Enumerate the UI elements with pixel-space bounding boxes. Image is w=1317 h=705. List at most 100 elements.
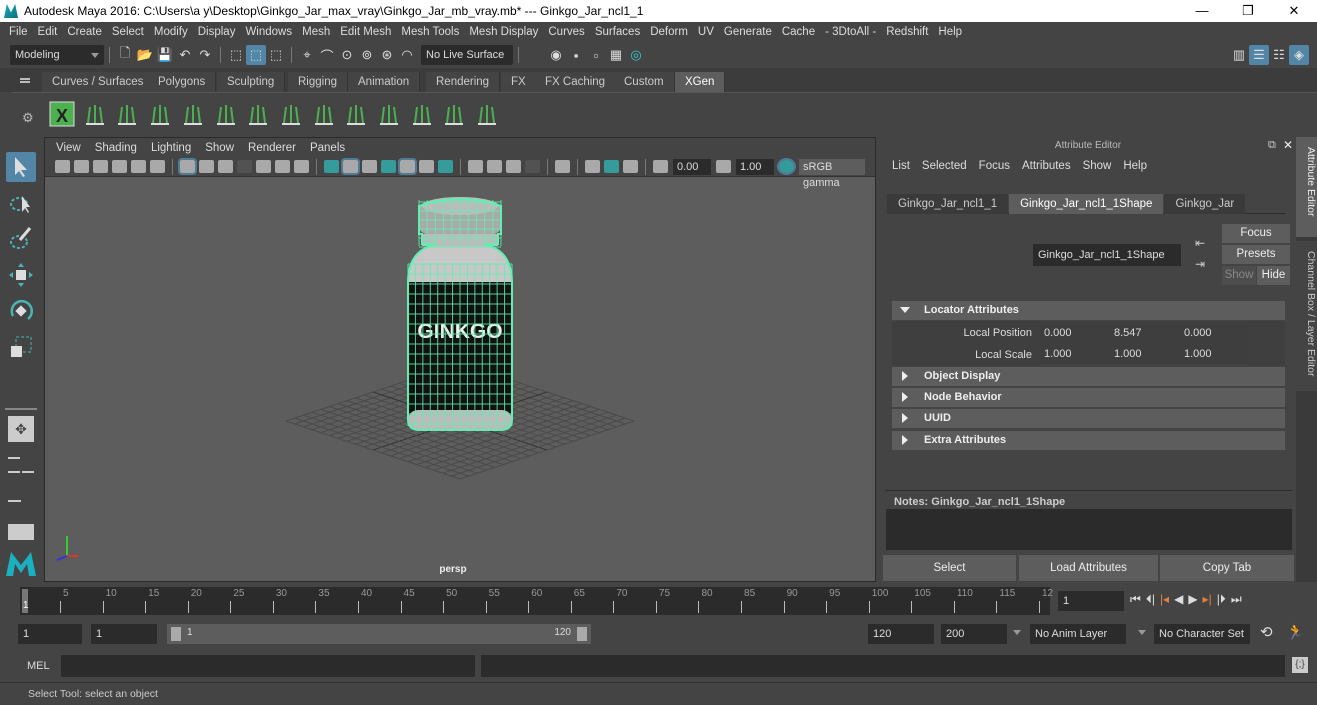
notes-textarea[interactable] xyxy=(886,509,1292,550)
command-language-label[interactable]: MEL xyxy=(27,660,50,672)
exposure-icon[interactable] xyxy=(653,160,668,173)
select-component-icon[interactable]: ⬚ xyxy=(266,45,286,65)
section-object-display[interactable]: Object Display xyxy=(892,367,1285,386)
menu-modify[interactable]: Modify xyxy=(149,26,193,38)
snap-point-icon[interactable]: ⊙ xyxy=(337,45,357,65)
menu-edit[interactable]: Edit xyxy=(33,26,63,38)
move-tool[interactable] xyxy=(6,260,36,290)
menu-cache[interactable]: Cache xyxy=(777,26,820,38)
color-management-icon[interactable] xyxy=(777,158,796,175)
select-hierarchy-icon[interactable]: ⬚ xyxy=(226,45,246,65)
single-perspective-layout-button[interactable]: ✥ xyxy=(8,416,34,442)
shelf-tab-rigging[interactable]: Rigging xyxy=(288,72,348,92)
use-all-lights-icon[interactable] xyxy=(419,160,434,173)
four-view-layout-button[interactable] xyxy=(8,452,34,478)
animation-preferences-icon[interactable]: 🏃 xyxy=(1286,623,1305,641)
2d-pan-zoom-icon[interactable] xyxy=(131,160,146,173)
film-gate-icon[interactable] xyxy=(199,160,214,173)
close-button[interactable]: ✕ xyxy=(1271,0,1317,22)
render-view-icon[interactable]: ◉ xyxy=(546,45,566,65)
xray-active-components-icon[interactable] xyxy=(604,160,619,173)
snap-curve-icon[interactable]: ⌒ xyxy=(317,45,337,65)
make-live-icon[interactable]: ◠ xyxy=(397,45,417,65)
snap-grid-icon[interactable]: ⌖ xyxy=(297,45,317,65)
step-back-key-icon[interactable]: |◂ xyxy=(1160,592,1169,607)
hypershade-icon[interactable]: ◎ xyxy=(626,45,646,65)
viewport-panel[interactable]: View Shading Lighting Show Renderer Panels xyxy=(44,137,876,582)
create-description-icon[interactable] xyxy=(147,99,173,127)
local-position-x-field[interactable]: 0.000 xyxy=(1040,324,1108,342)
viewport-menu-renderer[interactable]: Renderer xyxy=(241,142,303,154)
minimize-button[interactable]: — xyxy=(1179,0,1225,22)
guide-sculpt-icon[interactable] xyxy=(343,99,369,127)
depth-of-field-icon[interactable] xyxy=(525,160,540,173)
select-guide-icon[interactable] xyxy=(409,99,435,127)
motion-blur-icon[interactable] xyxy=(487,160,502,173)
outliner-persp-layout-button[interactable] xyxy=(8,488,34,514)
safe-action-icon[interactable] xyxy=(275,160,290,173)
redo-icon[interactable]: ↷ xyxy=(195,45,215,65)
range-start-handle[interactable] xyxy=(171,627,181,641)
guide-to-curves-icon[interactable] xyxy=(376,99,402,127)
safe-title-icon[interactable] xyxy=(294,160,309,173)
persp-graph-layout-button[interactable] xyxy=(8,524,34,540)
viewport-menu-view[interactable]: View xyxy=(49,142,88,154)
default-lighting-icon[interactable] xyxy=(362,160,377,173)
isolate-select-icon[interactable] xyxy=(555,160,570,173)
ipr-render-icon[interactable]: ▫ xyxy=(586,45,606,65)
gamma-icon[interactable] xyxy=(716,160,731,173)
show-button[interactable]: Show xyxy=(1222,266,1256,285)
open-scene-icon[interactable]: 📂 xyxy=(135,45,155,65)
shelf-tab-animation[interactable]: Animation xyxy=(348,72,421,92)
shelf-tab-fx-caching[interactable]: FX Caching xyxy=(535,72,617,92)
local-position-y-field[interactable]: 8.547 xyxy=(1110,324,1178,342)
locator-name-field[interactable]: Ginkgo_Jar_ncl1_1Shape xyxy=(1033,244,1181,266)
rotate-tool[interactable] xyxy=(6,296,36,326)
add-or-move-guide-icon[interactable] xyxy=(213,99,239,127)
menu-mesh-display[interactable]: Mesh Display xyxy=(464,26,543,38)
ae-menu-help[interactable]: Help xyxy=(1117,160,1153,172)
copy-tab-button[interactable]: Copy Tab xyxy=(1160,555,1294,581)
go-to-start-icon[interactable]: ⏮ xyxy=(1130,592,1141,607)
ae-menu-show[interactable]: Show xyxy=(1077,160,1118,172)
shelf-settings-gear-icon[interactable]: ⚙ xyxy=(22,110,34,126)
float-panel-icon[interactable]: ⧉ xyxy=(1268,139,1276,152)
ae-menu-list[interactable]: List xyxy=(886,160,916,172)
xray-joints-icon[interactable] xyxy=(623,160,638,173)
menu-display[interactable]: Display xyxy=(193,26,241,38)
snap-surface-icon[interactable]: ⊛ xyxy=(377,45,397,65)
menu-3dtoall[interactable]: - 3DtoAll - xyxy=(820,26,881,38)
select-tool[interactable] xyxy=(6,152,36,182)
ae-menu-selected[interactable]: Selected xyxy=(916,160,973,172)
shelf-tab-curves-surfaces[interactable]: Curves / Surfaces xyxy=(42,72,155,92)
mel-command-input[interactable] xyxy=(61,655,475,677)
shelf-tab-rendering[interactable]: Rendering xyxy=(426,72,501,92)
menu-surfaces[interactable]: Surfaces xyxy=(590,26,645,38)
screen-space-ao-icon[interactable] xyxy=(468,160,483,173)
new-scene-icon[interactable]: 🗋 xyxy=(115,45,135,65)
shelf-menu-icon[interactable] xyxy=(20,78,30,80)
play-forwards-icon[interactable]: ▶ xyxy=(1188,592,1197,607)
select-button[interactable]: Select xyxy=(883,555,1016,581)
local-scale-y-field[interactable]: 1.000 xyxy=(1110,345,1178,363)
scene-canvas[interactable]: GINKGO persp xyxy=(45,178,875,581)
delete-guide-icon[interactable] xyxy=(474,99,500,127)
time-slider-track[interactable]: 1 5 10 15 20 25 30 35 40 45 50 55 60 65 70 75 80 85 90 95 1… xyxy=(20,587,1053,615)
smooth-shade-icon[interactable] xyxy=(341,158,360,175)
scale-tool[interactable] xyxy=(6,332,36,362)
maximize-button[interactable]: ❐ xyxy=(1225,0,1271,22)
cutter-guide-icon[interactable] xyxy=(441,99,467,127)
menu-generate[interactable]: Generate xyxy=(719,26,777,38)
field-chart-icon[interactable] xyxy=(256,160,271,173)
menu-windows[interactable]: Windows xyxy=(240,26,297,38)
tab-channel-box[interactable]: Channel Box / Layer Editor xyxy=(1296,241,1317,391)
script-editor-icon[interactable]: {;} xyxy=(1292,657,1308,673)
menu-file[interactable]: File xyxy=(4,26,33,38)
undo-icon[interactable]: ↶ xyxy=(175,45,195,65)
animation-end-field[interactable]: 200 xyxy=(941,624,1007,644)
menu-mesh-tools[interactable]: Mesh Tools xyxy=(396,26,464,38)
select-camera-icon[interactable] xyxy=(55,160,70,173)
section-node-behavior[interactable]: Node Behavior xyxy=(892,388,1285,407)
menu-curves[interactable]: Curves xyxy=(543,26,589,38)
step-forward-key-icon[interactable]: ▸| xyxy=(1203,592,1212,607)
